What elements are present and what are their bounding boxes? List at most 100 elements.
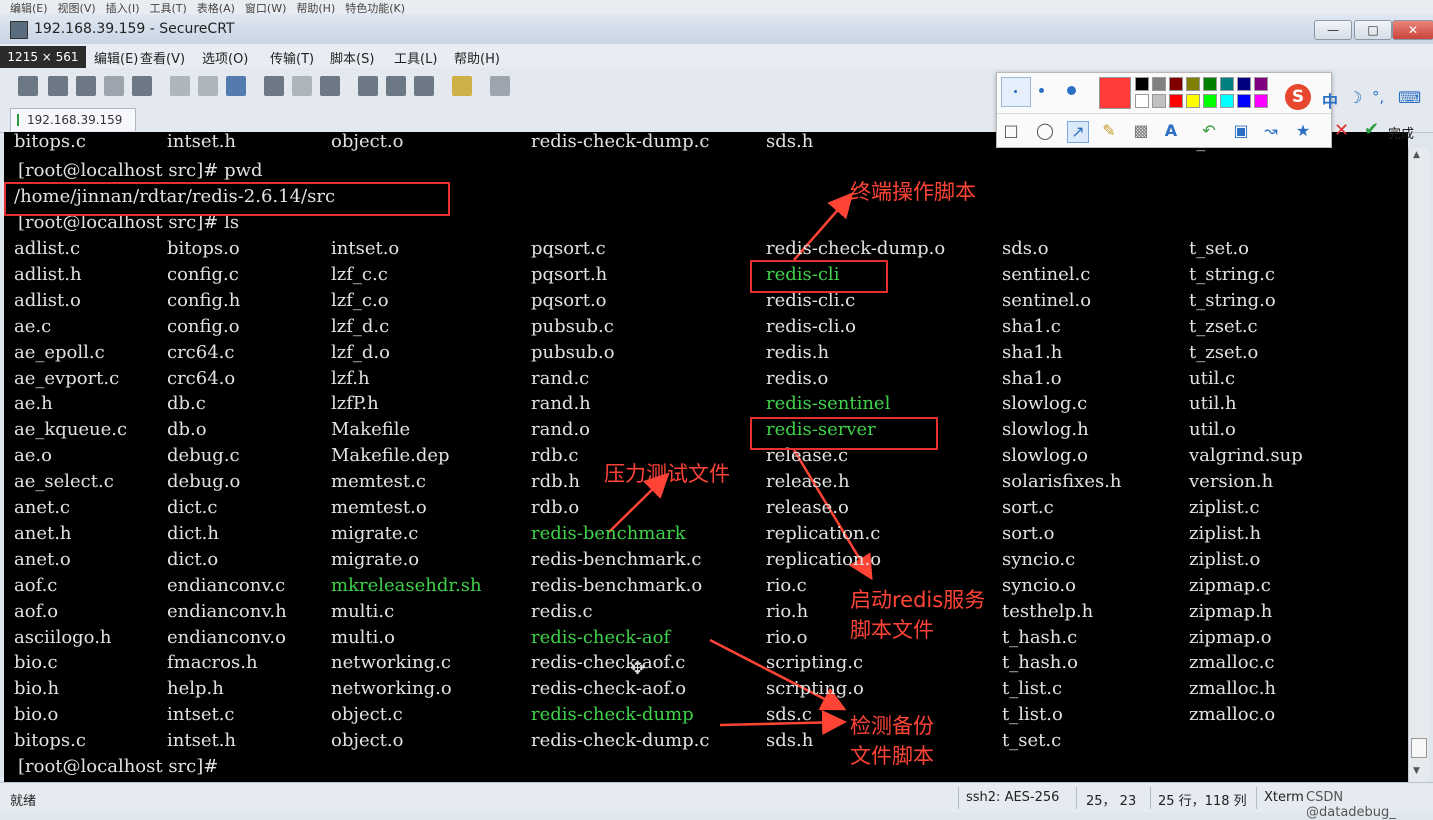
keyboard-icon[interactable]: ⌨ <box>1398 88 1421 107</box>
terminal-file-entry: redis-sentinel <box>766 393 891 415</box>
color-swatch[interactable] <box>1186 77 1200 91</box>
outer-menu-item[interactable]: 插入(I) <box>106 2 140 14</box>
punctuation-icon[interactable]: °, <box>1372 88 1384 106</box>
arrow-tool-icon[interactable]: ↗ <box>1067 121 1089 143</box>
terminal-file-entry: sds.c <box>766 704 812 726</box>
terminal-file-entry: redis.h <box>766 341 830 363</box>
keymap-icon[interactable] <box>414 76 434 96</box>
outer-menu-item[interactable]: 窗口(W) <box>245 2 286 14</box>
share-icon[interactable]: ↝ <box>1261 121 1281 141</box>
terminal-file-entry: debug.o <box>167 471 241 493</box>
color-swatch[interactable] <box>1169 77 1183 91</box>
save-icon[interactable]: ▣ <box>1231 121 1251 141</box>
quick-connect-icon[interactable] <box>48 76 68 96</box>
terminal-file-entry: endianconv.h <box>167 600 287 622</box>
sogou-ime-icon[interactable]: S <box>1285 84 1311 110</box>
dot-size-small[interactable] <box>1001 77 1031 107</box>
global-options-icon[interactable] <box>386 76 406 96</box>
cancel-icon[interactable]: ✕ <box>1334 120 1349 141</box>
done-check-icon[interactable]: ✔ <box>1364 119 1379 140</box>
dot-size-large[interactable] <box>1067 86 1076 95</box>
rectangle-tool-icon[interactable]: □ <box>1001 121 1021 141</box>
scroll-down-icon[interactable]: ▼ <box>1413 766 1420 776</box>
outer-menu-item[interactable]: 工具(T) <box>149 2 186 14</box>
help-icon[interactable] <box>452 76 472 96</box>
mosaic-tool-icon[interactable]: ▩ <box>1131 121 1151 141</box>
menu-item[interactable]: 查看(V) <box>140 48 185 67</box>
selected-color-swatch[interactable] <box>1099 77 1131 109</box>
scroll-thumb[interactable] <box>1411 738 1427 758</box>
copy-icon[interactable] <box>170 76 190 96</box>
terminal-file-entry: util.o <box>1189 419 1236 441</box>
menu-item[interactable]: 传输(T) <box>270 48 314 67</box>
pin-icon[interactable]: ★ <box>1293 121 1313 141</box>
session-tab[interactable]: 192.168.39.159 <box>10 108 136 131</box>
dot-size-medium[interactable] <box>1039 88 1044 93</box>
outer-menu-item[interactable]: 表格(A) <box>197 2 235 14</box>
color-swatch[interactable] <box>1203 77 1217 91</box>
connect-icon[interactable] <box>18 76 38 96</box>
annotation-benchmark: 压力测试文件 <box>604 462 730 486</box>
minimize-button[interactable]: — <box>1314 20 1352 40</box>
terminal-file-entry: sentinel.c <box>1002 263 1091 285</box>
color-swatch[interactable] <box>1135 77 1149 91</box>
maximize-button[interactable]: □ <box>1354 20 1392 40</box>
print-screen-icon[interactable] <box>320 76 340 96</box>
close-button[interactable]: ✕ <box>1392 20 1433 40</box>
color-swatch[interactable] <box>1152 77 1166 91</box>
color-swatch[interactable] <box>1220 94 1234 108</box>
connect-in-tab-icon[interactable] <box>76 76 96 96</box>
pen-tool-icon[interactable]: ✎ <box>1099 121 1119 141</box>
session-options-icon[interactable] <box>358 76 378 96</box>
undo-icon[interactable]: ↶ <box>1199 121 1219 141</box>
reconnect-icon[interactable] <box>104 76 124 96</box>
terminal-file-entry: slowlog.o <box>1002 445 1088 467</box>
color-swatch[interactable] <box>1203 94 1217 108</box>
print-setup-icon[interactable] <box>264 76 284 96</box>
ime-chinese-icon[interactable]: 中 <box>1322 88 1338 112</box>
done-button[interactable]: 完成 <box>1388 123 1414 142</box>
window-title: 192.168.39.159 - SecureCRT <box>34 21 235 37</box>
menu-item[interactable]: 工具(L) <box>394 48 437 67</box>
highlight-box-pwd <box>4 182 450 216</box>
color-swatch[interactable] <box>1254 94 1268 108</box>
color-swatch[interactable] <box>1237 77 1251 91</box>
terminal-file-entry: sort.o <box>1002 522 1055 544</box>
terminal-scrollbar[interactable]: ▲ ▼ <box>1408 148 1429 782</box>
terminal-area[interactable]: bitops.c intset.h object.o redis-check-dump… <box>4 132 1408 782</box>
color-swatch[interactable] <box>1220 77 1234 91</box>
terminal-file-entry: rand.o <box>531 419 591 441</box>
outer-menu-item[interactable]: 视图(V) <box>58 2 96 14</box>
menu-item[interactable]: 选项(O) <box>202 48 248 67</box>
color-swatch[interactable] <box>1186 94 1200 108</box>
menu-item[interactable]: 帮助(H) <box>454 48 500 67</box>
disconnect-icon[interactable] <box>132 76 152 96</box>
color-swatch[interactable] <box>1169 94 1183 108</box>
cursor-position: 25， 23 <box>1086 794 1137 809</box>
terminal-file-entry: migrate.o <box>331 548 420 570</box>
scroll-up-icon[interactable]: ▲ <box>1413 150 1420 160</box>
find-icon[interactable] <box>226 76 246 96</box>
color-swatch[interactable] <box>1237 94 1251 108</box>
text-tool-icon[interactable]: A <box>1161 121 1181 141</box>
terminal-file-entry: redis.o <box>766 367 829 389</box>
outer-menu-item[interactable]: 特色功能(K) <box>345 2 405 14</box>
terminal-file-entry: adlist.o <box>14 289 81 311</box>
ellipse-tool-icon[interactable]: ◯ <box>1035 121 1055 141</box>
title-bar: 192.168.39.159 - SecureCRT — □ ✕ <box>0 14 1433 45</box>
menu-item[interactable]: 脚本(S) <box>330 48 374 67</box>
sftp-icon[interactable] <box>490 76 510 96</box>
terminal-file-entry: help.h <box>167 678 224 700</box>
terminal-file-entry: adlist.c <box>14 238 81 259</box>
print-icon[interactable] <box>292 76 312 96</box>
terminal-file-entry: bitops.c <box>14 730 86 752</box>
color-swatch[interactable] <box>1135 94 1149 108</box>
outer-menu-item[interactable]: 帮助(H) <box>296 2 335 14</box>
menu-item[interactable]: 编辑(E) <box>94 48 138 67</box>
color-swatch[interactable] <box>1152 94 1166 108</box>
moon-icon[interactable]: ☽ <box>1348 88 1362 107</box>
paste-icon[interactable] <box>198 76 218 96</box>
color-swatch[interactable] <box>1254 77 1268 91</box>
outer-menu-item[interactable]: 编辑(E) <box>10 2 48 14</box>
terminal-file-entry: Makefile <box>331 419 411 441</box>
